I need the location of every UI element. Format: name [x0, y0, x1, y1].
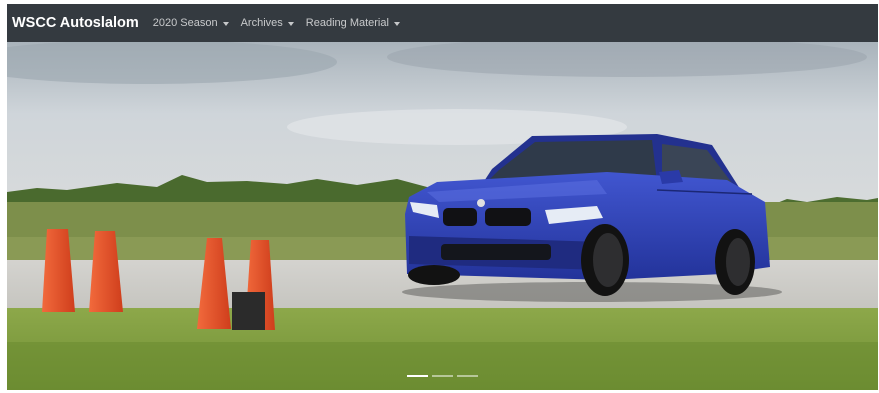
caret-down-icon — [222, 21, 229, 26]
nav-dropdown-2020-season[interactable]: 2020 Season — [153, 17, 229, 29]
top-navbar: WSCC Autoslalom 2020 Season Archives Rea… — [7, 4, 878, 42]
carousel-indicator-3[interactable] — [457, 375, 478, 377]
brand-link[interactable]: WSCC Autoslalom — [12, 15, 139, 31]
timing-box — [232, 292, 265, 330]
carousel-indicator-2[interactable] — [432, 375, 453, 377]
hero-carousel[interactable] — [7, 42, 878, 390]
nav-dropdown-label: Reading Material — [305, 17, 389, 29]
nav-dropdown-reading-material[interactable]: Reading Material — [306, 17, 400, 29]
near-grass-shade — [7, 342, 878, 390]
carousel-indicator-1[interactable] — [407, 375, 428, 377]
nav-dropdown-label: Archives — [240, 17, 283, 29]
caret-down-icon — [287, 21, 294, 26]
nav-dropdown-archives[interactable]: Archives — [241, 17, 294, 29]
nav-dropdown-label: 2020 Season — [152, 17, 218, 29]
carousel-indicators — [7, 375, 878, 377]
caret-down-icon — [393, 21, 400, 26]
carousel-slide-image — [7, 42, 878, 390]
page-frame: WSCC Autoslalom 2020 Season Archives Rea… — [7, 4, 878, 390]
